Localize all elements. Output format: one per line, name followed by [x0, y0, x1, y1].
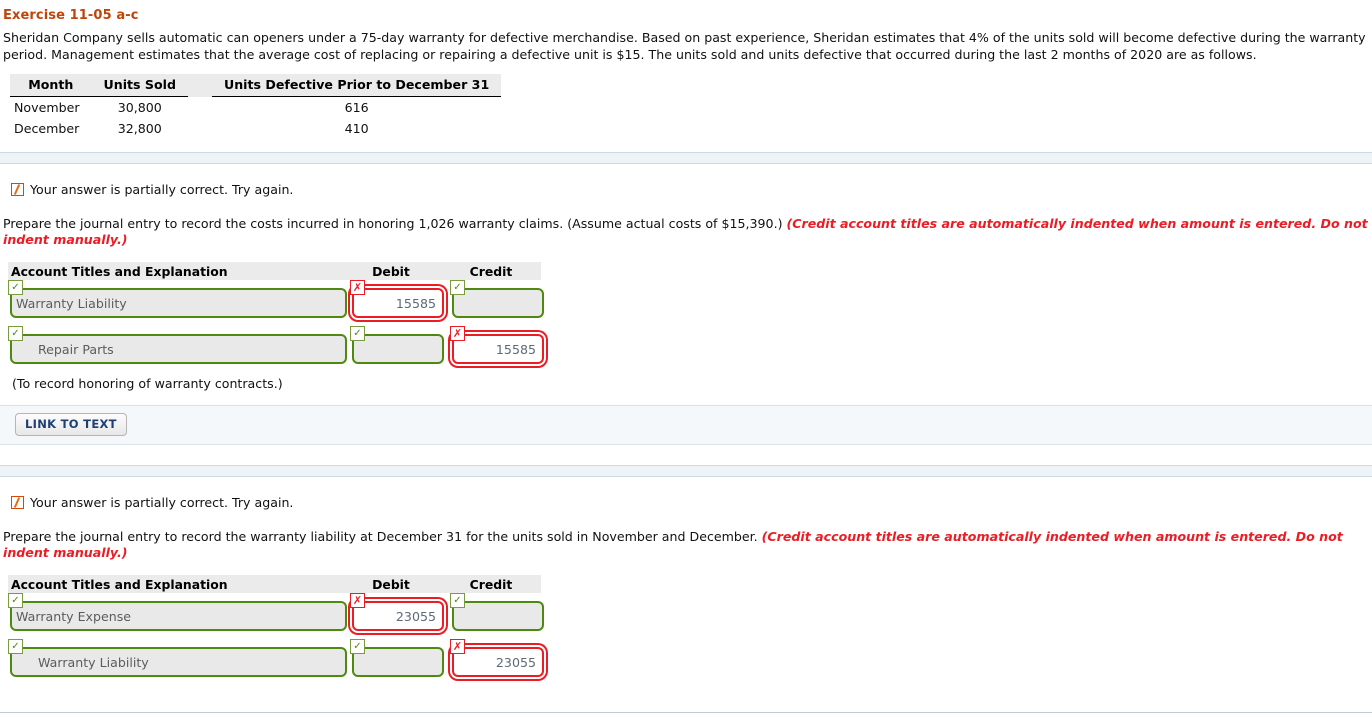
correct-check-icon: ✓ — [350, 639, 365, 654]
credit-input[interactable]: 23055 — [452, 647, 544, 677]
col-header-month: Month — [10, 74, 92, 97]
journal-col-account: Account Titles and Explanation — [11, 263, 228, 279]
section-divider-b — [0, 152, 1372, 164]
cell-units-sold: 32,800 — [117, 121, 162, 136]
correct-check-icon: ✓ — [8, 280, 23, 295]
credit-field-wrap: ✓ — [450, 593, 544, 631]
cell-spacer — [188, 97, 212, 119]
account-title-select[interactable]: Warranty Expense — [10, 601, 347, 631]
exercise-page: Exercise 11-05 a-c Sheridan Company sell… — [0, 0, 1372, 717]
table-header-row: Month Units Sold Units Defective Prior t… — [10, 74, 502, 97]
journal-col-debit: Debit — [372, 576, 410, 592]
incorrect-x-icon: ✗ — [450, 326, 465, 341]
credit-field-wrap: ✗ 15585 — [450, 326, 544, 364]
feedback-text: Your answer is partially correct. Try ag… — [30, 182, 294, 197]
journal-col-debit: Debit — [372, 263, 410, 279]
cell-units-defective: 410 — [344, 121, 369, 136]
credit-field-wrap: ✗ 23055 — [450, 639, 544, 677]
credit-input[interactable] — [452, 601, 544, 631]
journal-note-b: (To record honoring of warranty contract… — [12, 376, 283, 391]
account-field-wrap: ✓ Warranty Expense — [8, 593, 347, 631]
journal-entry-c: Account Titles and Explanation Debit Cre… — [8, 575, 544, 685]
partial-correct-icon — [11, 496, 24, 509]
cell-units-defective: 616 — [344, 100, 369, 115]
journal-entry-b: Account Titles and Explanation Debit Cre… — [8, 262, 544, 372]
table-row: November 30,800 616 — [10, 97, 501, 119]
debit-input[interactable] — [352, 334, 444, 364]
incorrect-x-icon: ✗ — [450, 639, 465, 654]
bottom-divider — [0, 712, 1372, 713]
instruction-c: Prepare the journal entry to record the … — [3, 529, 1369, 561]
section-divider-c — [0, 465, 1372, 477]
debit-field-wrap: ✓ — [350, 639, 444, 677]
col-header-units-defective: Units Defective Prior to December 31 — [211, 74, 502, 97]
journal-row: ✓ Warranty Liability ✓ ✗ 23055 — [8, 639, 544, 685]
journal-col-credit: Credit — [469, 576, 513, 592]
correct-check-icon: ✓ — [8, 639, 23, 654]
correct-check-icon: ✓ — [8, 326, 23, 341]
cell-month: December — [14, 121, 80, 136]
journal-header-row-b: Account Titles and Explanation Debit Cre… — [8, 262, 541, 280]
feedback-text: Your answer is partially correct. Try ag… — [30, 495, 294, 510]
page-title: Exercise 11-05 a-c — [3, 8, 139, 23]
table-row: December 32,800 410 — [10, 118, 501, 139]
account-title-select[interactable]: Repair Parts — [10, 334, 347, 364]
partial-correct-icon — [11, 183, 24, 196]
debit-input[interactable]: 15585 — [352, 288, 444, 318]
units-data-table: Month Units Sold Units Defective Prior t… — [10, 74, 502, 139]
account-title-select[interactable]: Warranty Liability — [10, 647, 347, 677]
debit-field-wrap: ✗ 15585 — [350, 280, 444, 318]
cell-spacer — [188, 118, 212, 139]
link-to-text-button[interactable]: LINK TO TEXT — [15, 413, 127, 436]
cell-month: November — [14, 100, 80, 115]
incorrect-x-icon: ✗ — [350, 593, 365, 608]
debit-field-wrap: ✗ 23055 — [350, 593, 444, 631]
instruction-b: Prepare the journal entry to record the … — [3, 216, 1369, 248]
incorrect-x-icon: ✗ — [350, 280, 365, 295]
cell-units-sold: 30,800 — [117, 100, 162, 115]
journal-col-credit: Credit — [469, 263, 513, 279]
correct-check-icon: ✓ — [8, 593, 23, 608]
account-field-wrap: ✓ Warranty Liability — [8, 639, 347, 677]
problem-statement: Sheridan Company sells automatic can ope… — [3, 30, 1366, 62]
credit-input[interactable] — [452, 288, 544, 318]
feedback-partial-correct-c: Your answer is partially correct. Try ag… — [11, 495, 293, 510]
journal-col-account: Account Titles and Explanation — [11, 576, 228, 592]
link-to-text-bar: LINK TO TEXT — [0, 405, 1372, 445]
col-header-spacer — [187, 74, 212, 97]
account-field-wrap: ✓ Warranty Liability — [8, 280, 347, 318]
journal-row: ✓ Warranty Expense ✗ 23055 ✓ — [8, 593, 544, 639]
account-title-select[interactable]: Warranty Liability — [10, 288, 347, 318]
account-field-wrap: ✓ Repair Parts — [8, 326, 347, 364]
correct-check-icon: ✓ — [450, 593, 465, 608]
instruction-text-b: Prepare the journal entry to record the … — [3, 216, 787, 231]
debit-input[interactable] — [352, 647, 444, 677]
journal-header-row-c: Account Titles and Explanation Debit Cre… — [8, 575, 541, 593]
instruction-text-c: Prepare the journal entry to record the … — [3, 529, 762, 544]
journal-row: ✓ Warranty Liability ✗ 15585 ✓ — [8, 280, 544, 326]
debit-input[interactable]: 23055 — [352, 601, 444, 631]
journal-row: ✓ Repair Parts ✓ ✗ 15585 — [8, 326, 544, 372]
credit-input[interactable]: 15585 — [452, 334, 544, 364]
credit-field-wrap: ✓ — [450, 280, 544, 318]
debit-field-wrap: ✓ — [350, 326, 444, 364]
feedback-partial-correct-b: Your answer is partially correct. Try ag… — [11, 182, 293, 197]
col-header-units-sold: Units Sold — [91, 74, 188, 97]
correct-check-icon: ✓ — [450, 280, 465, 295]
correct-check-icon: ✓ — [350, 326, 365, 341]
